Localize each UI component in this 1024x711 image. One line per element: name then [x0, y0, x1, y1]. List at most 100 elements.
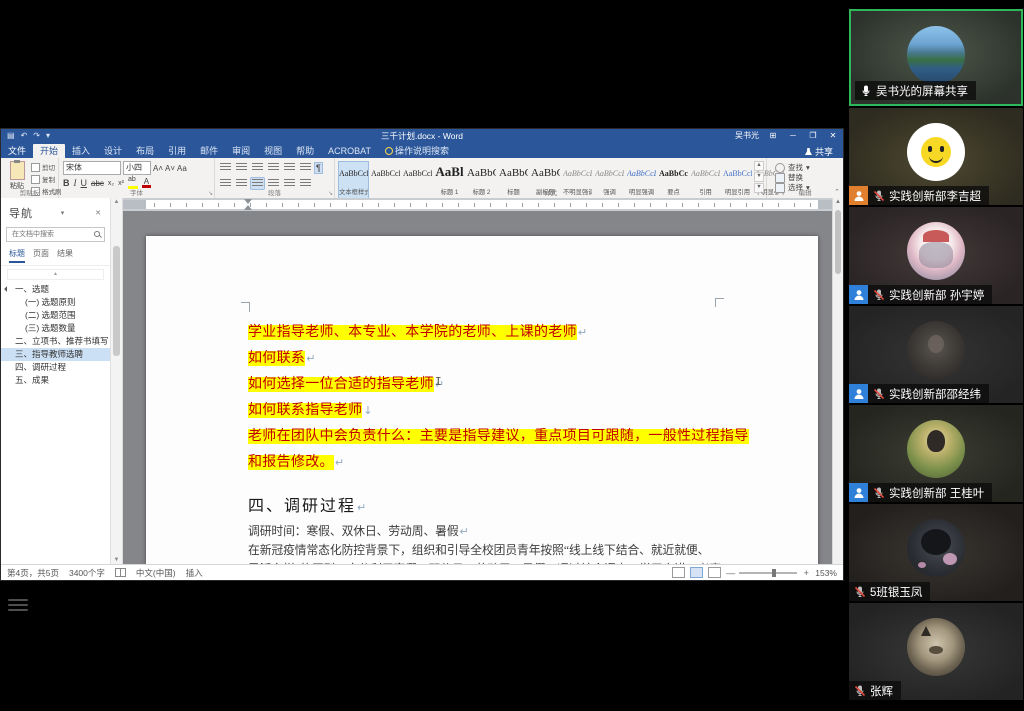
first-line-indent-marker[interactable] [244, 199, 252, 204]
zoom-out-button[interactable]: — [726, 568, 734, 578]
copy-button[interactable]: 复制 [31, 174, 62, 184]
nav-tab-headings[interactable]: 标题 [9, 248, 25, 263]
zoom-level[interactable]: 153% [815, 568, 837, 578]
zoom-in-button[interactable]: + [802, 568, 810, 578]
tab-acrobat[interactable]: ACROBAT [321, 144, 378, 158]
document-text-line[interactable]: 学业指导老师、本专业、本学院的老师、上课的老师↵ [248, 324, 587, 342]
tab-home[interactable]: 开始 [33, 144, 65, 158]
paragraph-dialog-launcher-icon[interactable]: ↘ [328, 190, 333, 197]
tab-tell-me[interactable]: 操作说明搜索 [378, 144, 456, 158]
tab-help[interactable]: 帮助 [289, 144, 321, 158]
expand-caret-icon[interactable] [4, 286, 10, 292]
styles-scroll-up-icon[interactable]: ▲ [754, 161, 764, 171]
nav-heading-item[interactable]: 二、立项书、推荐书填写 [1, 335, 110, 348]
proofing-icon[interactable] [115, 568, 126, 577]
superscript-button[interactable]: x² [118, 180, 124, 187]
document-text-line[interactable]: 如何联系指导老师↓ [248, 402, 373, 420]
scroll-up-icon[interactable]: ▲ [111, 199, 122, 205]
participant-tile[interactable]: 实践创新部邵经纬 [849, 306, 1023, 403]
increase-indent-button[interactable] [283, 162, 296, 173]
nav-scroll-up-hint[interactable]: ▲ [7, 269, 104, 280]
nav-search-box[interactable] [6, 227, 105, 242]
nav-tab-results[interactable]: 结果 [57, 248, 73, 263]
print-layout-icon[interactable] [690, 567, 703, 578]
tab-mailings[interactable]: 邮件 [193, 144, 225, 158]
minimize-button[interactable]: ─ [787, 131, 799, 140]
qat-dropdown-icon[interactable]: ▾ [46, 132, 50, 140]
account-name[interactable]: 吴书光 [735, 130, 759, 141]
document-page[interactable]: 学业指导老师、本专业、本学院的老师、上课的老师↵ 如何联系↵ 如何选择一位合适的… [146, 236, 818, 564]
zoom-slider-knob[interactable] [772, 569, 776, 577]
document-canvas[interactable]: 学业指导老师、本专业、本学院的老师、上课的老师↵ 如何联系↵ 如何选择一位合适的… [123, 211, 832, 564]
nav-tab-pages[interactable]: 页面 [33, 248, 49, 263]
nav-heading-item-selected[interactable]: 三、指导教师选聘 [1, 348, 110, 361]
grow-font-button[interactable]: A˄ [153, 164, 163, 173]
document-scrollbar-thumb[interactable] [835, 210, 841, 274]
undo-icon[interactable]: ↶ [21, 132, 28, 140]
styles-dialog-launcher-icon[interactable]: ↘ [760, 190, 765, 197]
document-text-line[interactable]: 和报告修改。↵ [248, 454, 344, 472]
numbering-button[interactable] [235, 162, 248, 173]
hanging-indent-marker[interactable] [244, 205, 252, 210]
cut-button[interactable]: 剪切 [31, 162, 62, 172]
insert-mode-indicator[interactable]: 插入 [186, 567, 203, 579]
document-text-line[interactable]: 调研时间：寒假、双休日、劳动周、暑假↵ [248, 522, 469, 539]
show-hide-marks-button[interactable]: ¶ [315, 163, 322, 173]
document-text-line[interactable]: 如何联系↵ [248, 350, 315, 368]
word-count[interactable]: 3400个字 [69, 567, 105, 579]
change-case-button[interactable]: Aa [177, 164, 187, 173]
multilevel-list-button[interactable] [251, 162, 264, 173]
participant-tile[interactable]: 张辉 [849, 603, 1023, 700]
participant-tile[interactable]: 5班银玉凤 [849, 504, 1023, 601]
ribbon-display-options-icon[interactable]: ⊞ [767, 131, 779, 140]
nav-options-icon[interactable]: ▾ [58, 209, 68, 217]
nav-heading-item[interactable]: (一) 选题原则 [1, 296, 110, 309]
meeting-float-menu-icon[interactable] [8, 597, 28, 613]
tab-review[interactable]: 审阅 [225, 144, 257, 158]
subscript-button[interactable]: x₂ [108, 180, 114, 187]
font-dialog-launcher-icon[interactable]: ↘ [208, 190, 213, 197]
tab-design[interactable]: 设计 [97, 144, 129, 158]
zoom-slider[interactable] [739, 572, 797, 574]
horizontal-ruler[interactable] [123, 198, 832, 211]
tab-layout[interactable]: 布局 [129, 144, 161, 158]
nav-heading-item[interactable]: 一、选题 [1, 283, 110, 296]
nav-heading-item[interactable]: 五、成果 [1, 374, 110, 387]
document-text-line[interactable]: 老师在团队中会负责什么：主要是指导建议，重点项目可跟随，一般性过程指导 [248, 428, 750, 446]
redo-icon[interactable]: ↷ [33, 132, 40, 140]
shrink-font-button[interactable]: A˅ [165, 164, 175, 173]
web-layout-icon[interactable] [708, 567, 721, 578]
participant-tile-sharing[interactable]: 吴书光的屏幕共享 [849, 9, 1023, 106]
font-name-select[interactable]: 宋体 [63, 161, 121, 175]
document-heading[interactable]: 四、调研过程↵ [248, 492, 368, 516]
nav-heading-item[interactable]: (二) 选题范围 [1, 309, 110, 322]
language-indicator[interactable]: 中文(中国) [136, 567, 176, 579]
nav-heading-item[interactable]: 四、调研过程 [1, 361, 110, 374]
collapse-ribbon-icon[interactable]: ⌃ [834, 188, 840, 196]
participant-tile[interactable]: 实践创新部 王桂叶 [849, 405, 1023, 502]
tab-insert[interactable]: 插入 [65, 144, 97, 158]
font-size-select[interactable]: 小四 [123, 161, 151, 175]
document-text-line[interactable]: 如何选择一位合适的指导老师↵ [248, 376, 444, 394]
read-mode-icon[interactable] [672, 567, 685, 578]
participant-tile[interactable]: 实践创新部李吉超 [849, 108, 1023, 205]
save-icon[interactable]: ▤ [7, 132, 15, 140]
sort-button[interactable] [299, 162, 312, 173]
nav-scrollbar[interactable]: ▲ ▼ [111, 198, 123, 564]
tab-view[interactable]: 视图 [257, 144, 289, 158]
scroll-down-icon[interactable]: ▼ [111, 557, 122, 563]
share-button[interactable]: 共享 [805, 145, 843, 158]
bullets-button[interactable] [219, 162, 232, 173]
page-indicator[interactable]: 第4页，共5页 [7, 567, 59, 579]
close-button[interactable]: ✕ [827, 131, 839, 140]
document-text-line[interactable]: 在新冠疫情常态化防控背景下，组织和引导全校团员青年按照“线上线下结合、就近就便、 [248, 541, 709, 558]
clipboard-dialog-launcher-icon[interactable]: ↘ [52, 190, 57, 197]
participant-tile[interactable]: 实践创新部 孙宇婷 [849, 207, 1023, 304]
tab-references[interactable]: 引用 [161, 144, 193, 158]
styles-scroll-down-icon[interactable]: ▼ [754, 172, 764, 182]
nav-scrollbar-thumb[interactable] [113, 246, 120, 356]
restore-button[interactable]: ❐ [807, 131, 819, 140]
decrease-indent-button[interactable] [267, 162, 280, 173]
tab-file[interactable]: 文件 [1, 144, 33, 158]
nav-heading-item[interactable]: (三) 选题数量 [1, 322, 110, 335]
